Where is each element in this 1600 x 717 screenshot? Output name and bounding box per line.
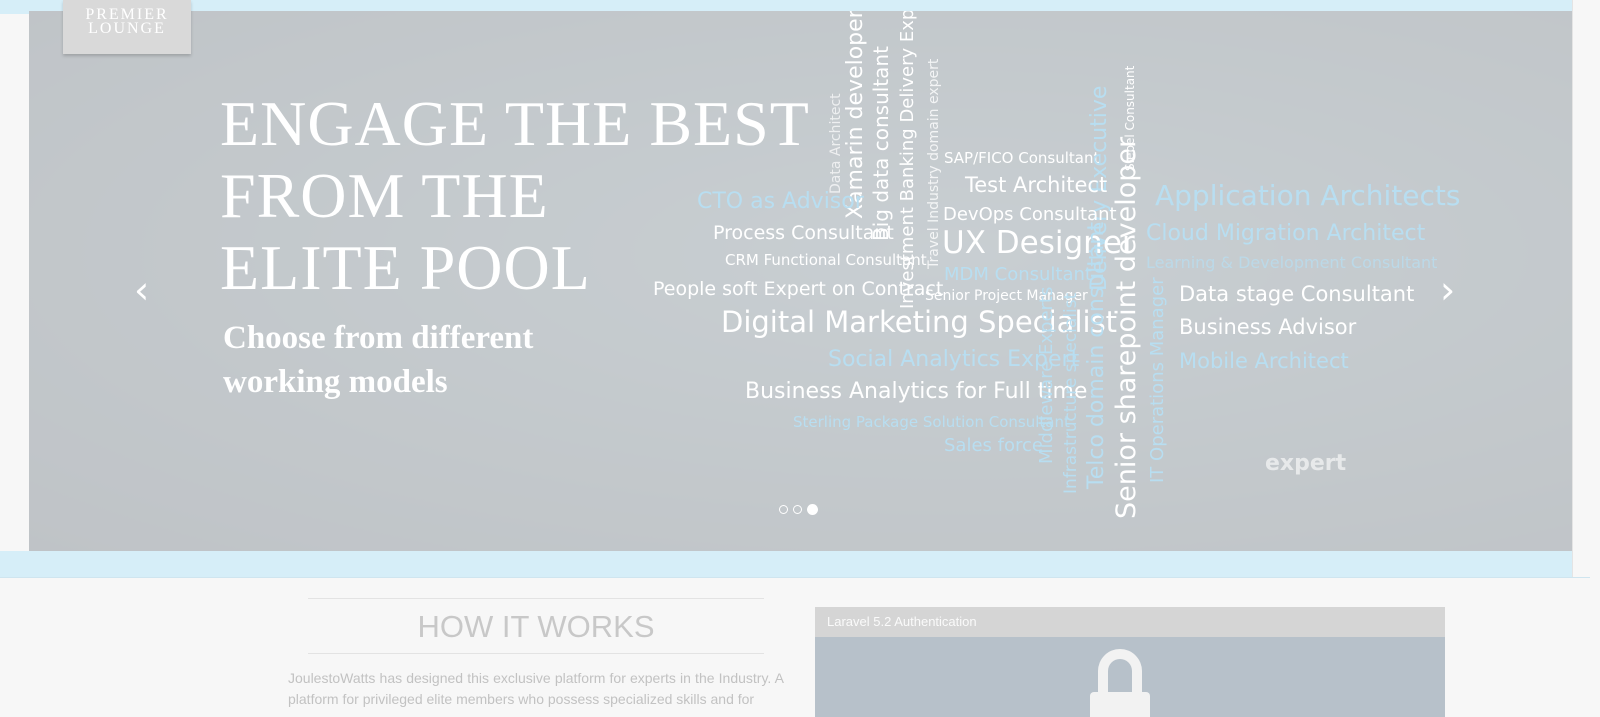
word: Cloud Migration Architect [1146,221,1426,246]
word: Learning & Development Consultant [1146,253,1438,272]
scrollbar-track[interactable] [1572,0,1600,577]
how-it-works-section: HOW IT WORKS JoulestoWatts has designed … [288,598,784,710]
subline-line: working models [223,364,448,400]
word: Sales force [944,435,1043,456]
carousel-dot-1[interactable] [779,505,788,514]
bottom-band [0,551,1590,578]
word: Business Advisor [1179,315,1357,339]
word: Sterling Package Solution Consultant [793,413,1070,431]
word: Senior sharepoint developer [1111,136,1142,519]
divider [308,598,764,599]
premier-lounge-logo[interactable]: PREMIER LOUNGE [63,0,191,54]
word: Middleware Experts [1036,286,1057,464]
word: Telco domain consultant [1084,222,1109,489]
hero-subline: Choose from different working models [223,316,643,404]
video-title: Laravel 5.2 Authentication [815,607,1445,637]
lock-icon [1098,649,1142,693]
carousel-dot-2[interactable] [793,505,802,514]
carousel-next-chevron-icon[interactable]: › [1440,268,1455,312]
word: Big data consultant [869,46,893,241]
carousel-dot-3[interactable] [807,504,818,515]
word: Test Architect [965,173,1108,197]
logo-line-2: LOUNGE [88,20,166,37]
divider [308,653,764,654]
word: Infrastructure specialist [1061,292,1081,494]
hero-headline: ENGAGE THE BEST FROM THE ELITE POOL [220,88,840,304]
headline-line: FROM THE [220,160,549,231]
how-it-works-title: HOW IT WORKS [417,609,655,644]
headline-line: ELITE POOL [220,232,591,303]
how-it-works-text: JoulestoWatts has designed this exclusiv… [288,670,784,707]
word: IT Operations Manager [1147,277,1168,483]
word: Mobile Architect [1179,349,1349,373]
word: expert [1265,451,1347,476]
word: Travel Industry domain expert [926,58,942,269]
carousel-indicators [779,504,818,515]
video-thumbnail[interactable] [815,637,1445,717]
word: Digital Marketing Specialist [721,305,1118,339]
word: Xamarin developer [843,11,868,219]
word: MDM Consultant [944,264,1092,285]
video-player[interactable]: Laravel 5.2 Authentication [815,607,1445,717]
headline-line: ENGAGE THE BEST [220,88,810,159]
subline-line: Choose from different [223,320,534,356]
word: SAP/FICO Consultant [944,149,1100,167]
word: Application Architects [1155,179,1461,212]
word: Data stage Consultant [1179,282,1415,306]
carousel-prev-chevron-icon[interactable]: ‹ [134,268,149,312]
